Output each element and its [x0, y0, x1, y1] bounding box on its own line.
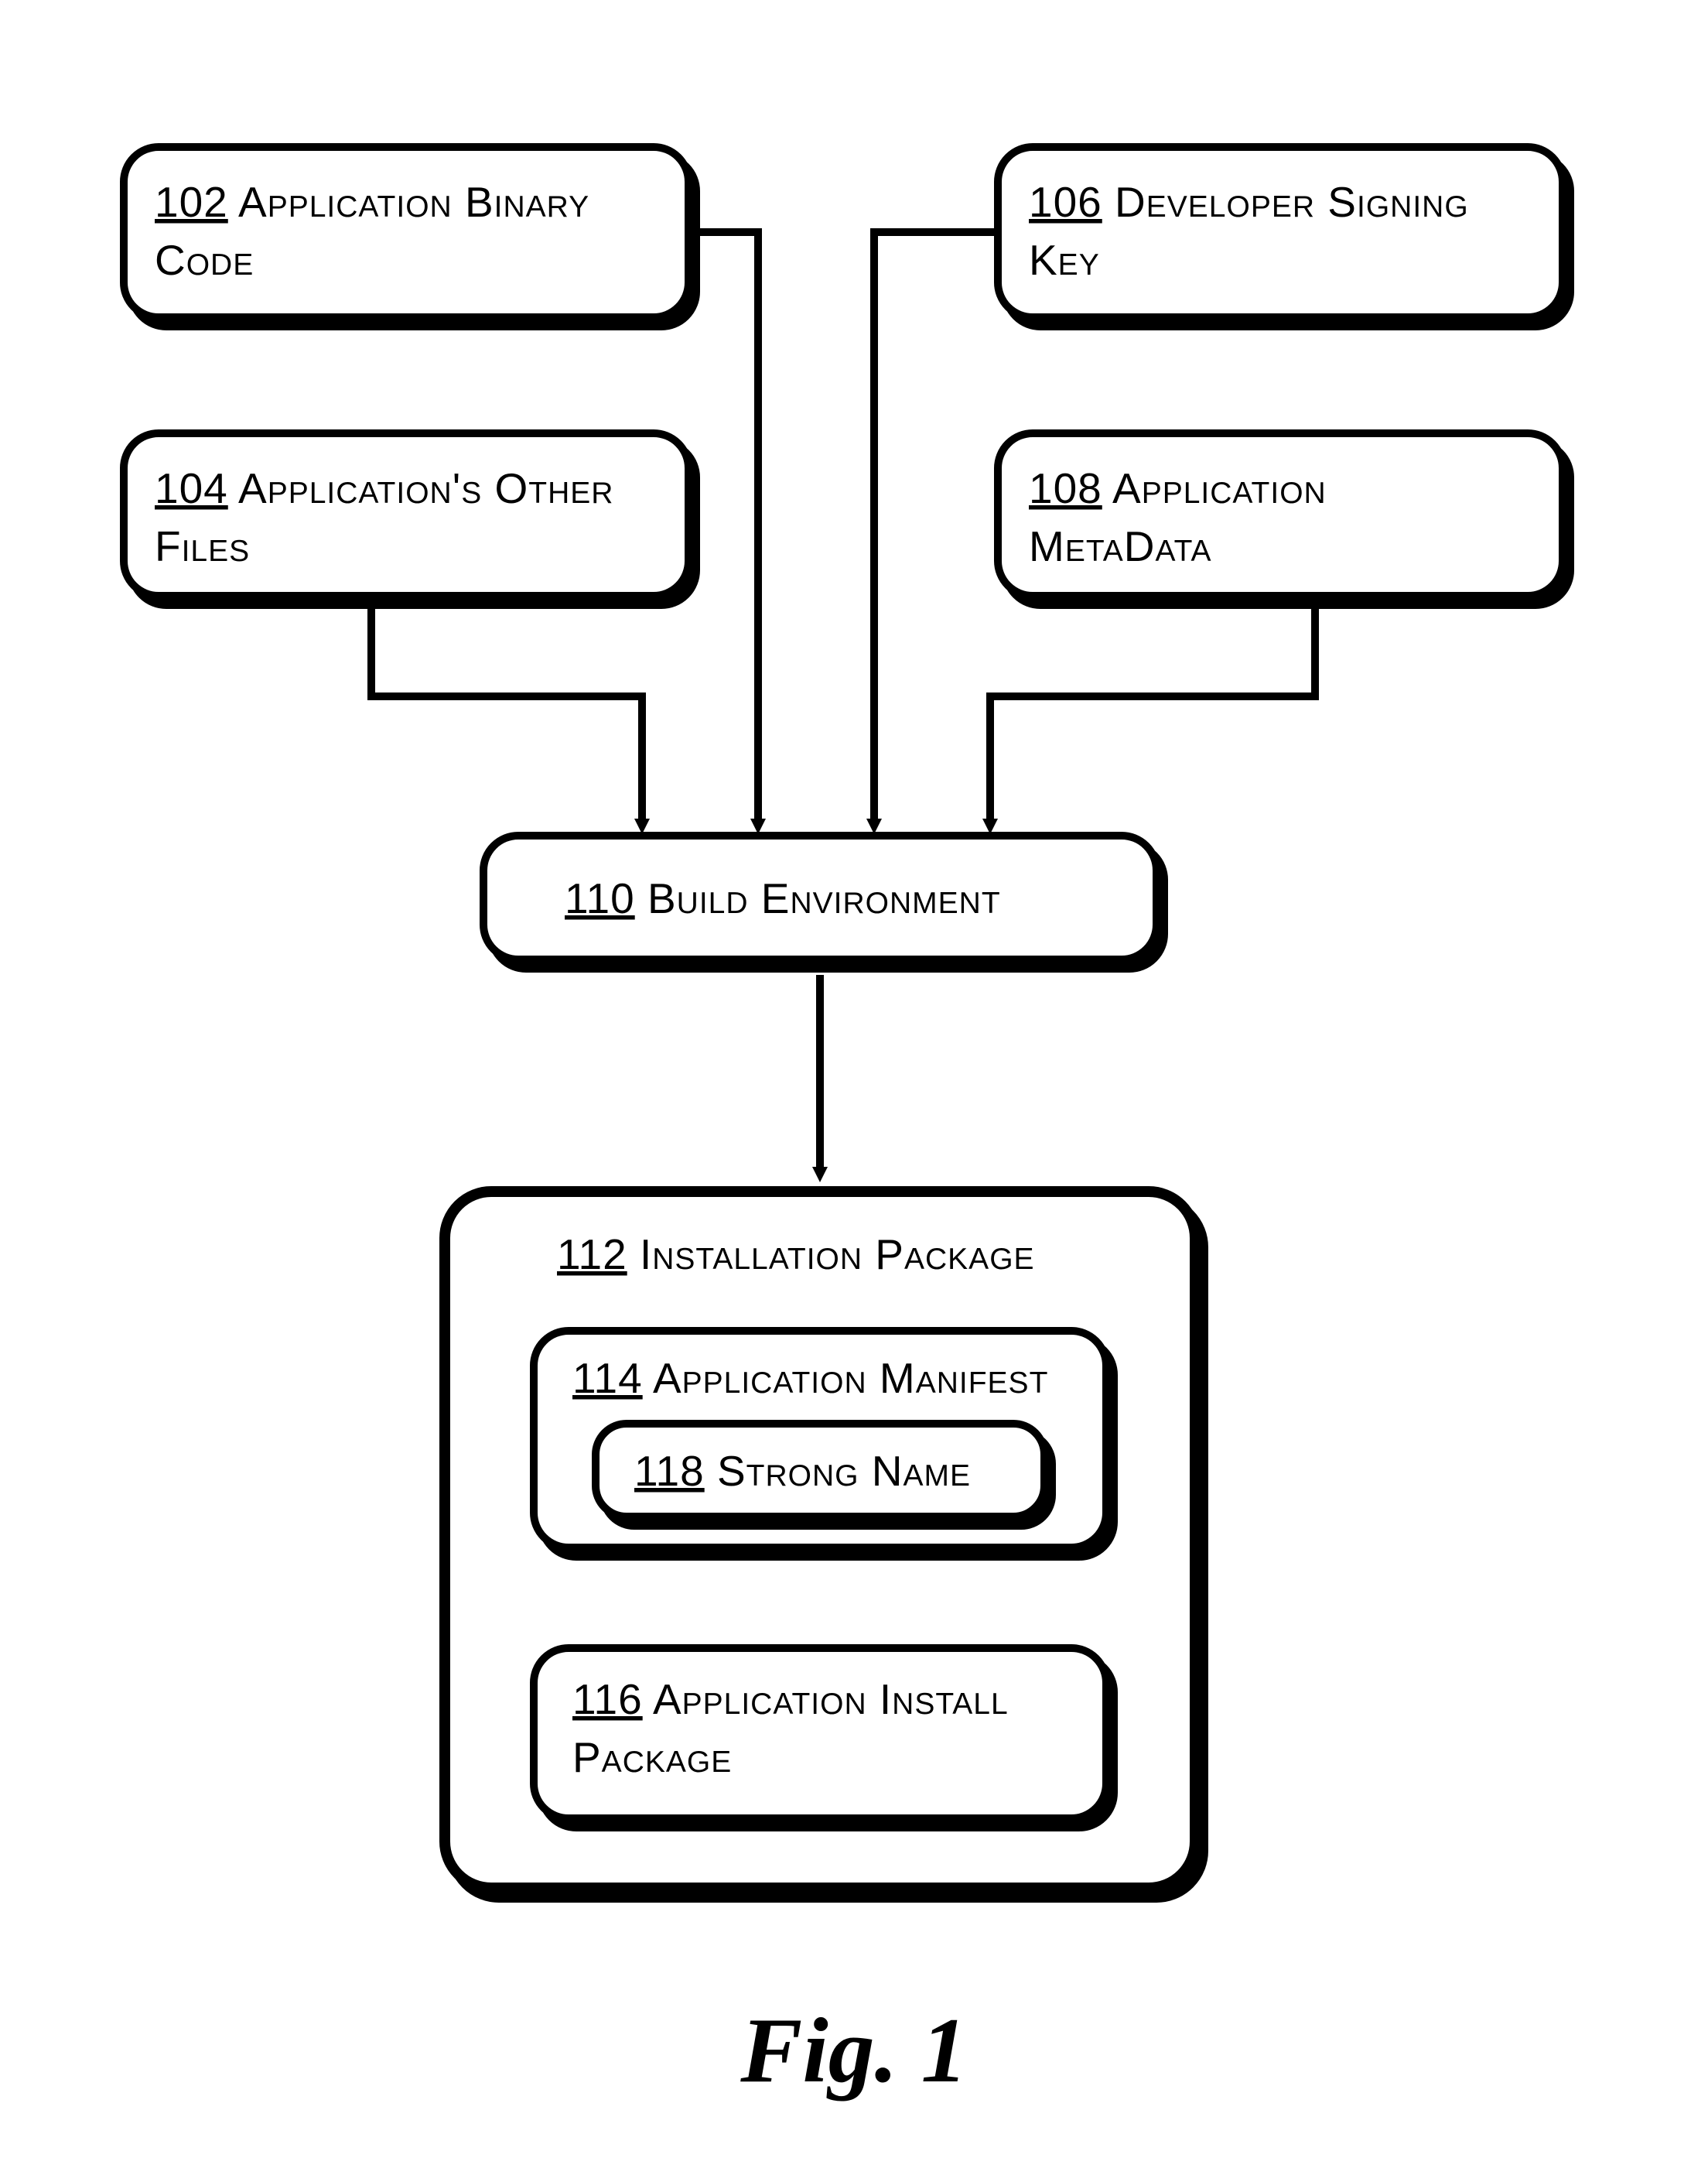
svg-text:MetaData: MetaData — [1029, 522, 1212, 570]
node-ref-108: 108 — [1029, 464, 1102, 512]
svg-text:104 Application': 104 Application's Other — [155, 464, 613, 512]
svg-text:106 Developer Si: 106 Developer Signing — [1029, 178, 1469, 226]
node-application-install-package: 116 Application Install Package — [534, 1648, 1106, 1818]
svg-text:Package: Package — [572, 1733, 732, 1781]
svg-text:110 Build Enviro: 110 Build Environment — [565, 874, 1001, 922]
node-build-environment: 110 Build Environment — [483, 836, 1156, 959]
node-developer-signing-key: 106 Developer Signing Key — [998, 147, 1563, 317]
node-ref-118: 118 — [634, 1447, 705, 1495]
node-application-metadata: 108 Application MetaData — [998, 433, 1563, 596]
node-ref-104: 104 — [155, 464, 228, 512]
svg-text:102 Application: 102 Application Binary — [155, 178, 589, 226]
svg-text:118 Stro: 118 Strong Name — [634, 1447, 971, 1495]
node-installation-package: 112 Installation Package 114 Application… — [445, 1192, 1195, 1888]
svg-text:Files: Files — [155, 522, 250, 570]
node-ref-110: 110 — [565, 874, 635, 922]
node-ref-106: 106 — [1029, 178, 1102, 226]
svg-text:116 Applicat: 116 Application Install — [572, 1675, 1009, 1723]
node-applications-other-files: 104 Application's Other Files — [124, 433, 688, 596]
node-ref-112: 112 — [557, 1230, 627, 1278]
node-application-manifest: 114 Application Manifest 118 Strong Name — [534, 1331, 1106, 1547]
svg-text:108 Application: 108 Application — [1029, 464, 1327, 512]
node-ref-102: 102 — [155, 178, 228, 226]
figure-caption: Fig. 1 — [740, 1999, 967, 2101]
node-ref-114: 114 — [572, 1354, 643, 1402]
svg-text:114 Applicat: 114 Application Manifest — [572, 1354, 1048, 1402]
svg-text:Code: Code — [155, 236, 254, 284]
svg-text:112 Installation: 112 Installation Package — [557, 1230, 1035, 1278]
svg-text:Key: Key — [1029, 236, 1100, 284]
node-ref-116: 116 — [572, 1675, 643, 1723]
node-strong-name: 118 Strong Name — [596, 1424, 1044, 1517]
node-application-binary-code: 102 Application Binary Code — [124, 147, 688, 317]
